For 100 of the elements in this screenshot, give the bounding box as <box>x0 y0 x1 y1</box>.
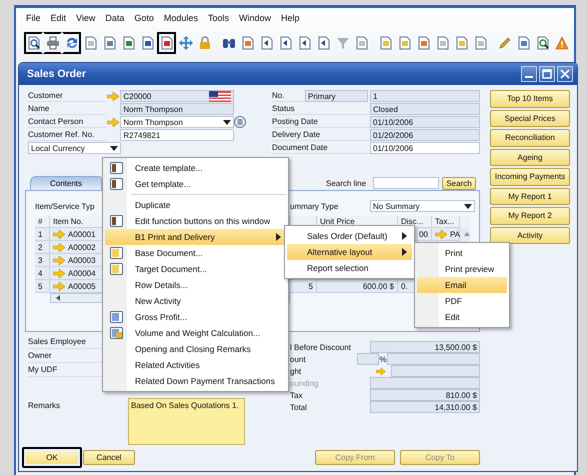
maximize-icon <box>542 69 552 79</box>
menu-item[interactable]: Print <box>417 245 507 261</box>
text-field[interactable]: 01/10/2006 <box>370 142 480 154</box>
menu-item[interactable]: Tools <box>208 13 229 23</box>
menu-item[interactable]: Row Details... <box>105 277 286 293</box>
table-cell: A00004 <box>68 268 96 278</box>
amount-field[interactable]: 810.00 $ <box>370 389 480 401</box>
dropdown-arrow-icon[interactable] <box>464 204 472 208</box>
text-field[interactable]: 01/10/2006 <box>370 116 480 128</box>
dropdown-arrow-icon[interactable] <box>222 120 231 124</box>
text-field[interactable]: Norm Thompson <box>120 103 234 115</box>
action-button[interactable]: OK <box>22 447 82 468</box>
minimize-button[interactable] <box>521 66 537 82</box>
menu-item[interactable]: Report selection <box>287 260 412 276</box>
menu-item[interactable]: Base Document... <box>105 245 286 261</box>
menu-item[interactable]: File <box>26 13 41 23</box>
table-cell: 3 <box>38 256 42 264</box>
field-label: ounding <box>290 378 320 388</box>
side-button[interactable]: Special Prices <box>490 110 570 127</box>
field-label: l Before Discount <box>290 342 352 352</box>
series-field[interactable]: Primary <box>305 90 368 102</box>
menu-item[interactable]: Edit function buttons on this window <box>105 213 286 229</box>
menu-item[interactable]: Print preview <box>417 261 507 277</box>
text-field[interactable]: C20000 <box>120 90 234 102</box>
column-header: # <box>38 217 42 226</box>
menu-item[interactable]: Sales Order (Default) <box>287 228 412 244</box>
text-field[interactable]: Closed <box>370 103 480 115</box>
menu-item[interactable]: Get template... <box>105 176 286 192</box>
amount-field[interactable] <box>390 365 480 377</box>
currency-dropdown[interactable]: Local Currency <box>28 142 121 154</box>
action-button[interactable]: Cancel <box>83 450 135 465</box>
table-cell: A00001 <box>68 230 96 238</box>
window-title: Sales Order <box>27 68 86 80</box>
document-magnifier-icon[interactable] <box>24 32 43 54</box>
summary-dropdown[interactable]: No Summary <box>370 200 475 212</box>
menu-item[interactable]: Window <box>238 13 271 23</box>
menu-item[interactable]: Data <box>105 13 124 23</box>
menu-item[interactable]: Edit <box>50 13 66 23</box>
sync-arrows-icon[interactable] <box>62 32 81 54</box>
field-label: Tax <box>290 390 304 400</box>
text-field[interactable]: R2749821 <box>120 129 234 141</box>
field-label: Total <box>290 402 308 412</box>
text-field[interactable]: 01/20/2006 <box>370 129 480 141</box>
maximize-button[interactable] <box>539 66 555 82</box>
table-cell: 5 <box>38 282 42 290</box>
menu-item[interactable]: Edit <box>417 309 507 325</box>
side-button[interactable]: Incoming Payments <box>490 168 570 186</box>
list-icon[interactable] <box>234 116 246 128</box>
menu-item[interactable]: B1 Print and Delivery <box>105 229 286 245</box>
side-button[interactable]: My Report 1 <box>490 188 570 205</box>
menu-item[interactable]: Create template... <box>105 160 286 176</box>
tab[interactable]: Contents <box>30 176 102 190</box>
search-button[interactable]: Search <box>442 176 476 190</box>
flag-icon <box>208 90 231 102</box>
menu-item[interactable]: Alternative layout <box>287 244 412 260</box>
amount-field[interactable] <box>370 377 480 389</box>
field-label: ummary Type <box>290 202 340 210</box>
search-label: Search line <box>326 178 368 188</box>
search-field[interactable] <box>373 177 439 189</box>
field-label: Contact Person <box>28 116 106 128</box>
side-button[interactable]: Ageing <box>490 148 570 166</box>
side-button[interactable]: My Report 2 <box>490 207 570 224</box>
percent-field[interactable] <box>357 353 380 365</box>
menu-item[interactable]: Target Document... <box>105 261 286 277</box>
menu-item[interactable]: PDF <box>417 293 507 309</box>
close-icon <box>560 69 570 79</box>
column-header: Item No. <box>53 217 84 226</box>
menu-item[interactable]: New Activity <box>105 293 286 309</box>
side-button[interactable]: Activity <box>490 226 570 244</box>
text-field[interactable]: 1 <box>370 90 480 102</box>
field-label: Item/Service Typ <box>35 202 94 210</box>
side-button[interactable]: Top 10 Items <box>490 90 570 108</box>
dropdown-arrow-icon[interactable] <box>110 146 118 150</box>
menu-item[interactable]: Modules <box>164 13 198 23</box>
table-cell: A00002 <box>68 242 96 252</box>
field-label: Remarks <box>28 400 62 412</box>
menu-item[interactable]: Help <box>280 13 300 23</box>
pdf-document-icon[interactable] <box>157 32 176 54</box>
template-icon <box>110 178 122 190</box>
field-label: ght <box>290 366 302 376</box>
menu-item[interactable]: Goto <box>134 13 154 23</box>
column-header: Disc... <box>401 217 424 226</box>
text-field[interactable]: Norm Thompson <box>120 116 234 128</box>
amount-field[interactable] <box>386 353 480 365</box>
table-cell: 0. <box>401 282 408 290</box>
menu-item[interactable]: Email <box>417 277 507 293</box>
amount-field[interactable]: 13,500.00 $ <box>370 341 480 353</box>
table-cell: 5 <box>308 282 313 290</box>
close-button[interactable] <box>557 66 573 82</box>
remarks-field[interactable]: Based On Sales Quotations 1. <box>128 398 245 445</box>
printer-icon[interactable] <box>43 32 62 54</box>
minimize-icon <box>525 76 533 78</box>
document-icon <box>110 247 122 259</box>
amount-field[interactable]: 14,310.00 $ <box>370 401 480 413</box>
menu-item[interactable]: Duplicate <box>105 197 286 213</box>
menu-item[interactable]: View <box>76 13 96 23</box>
menu-item[interactable]: Gross Profit... <box>105 309 286 325</box>
table-cell: 600.00 $ <box>362 282 394 290</box>
chart-document-icon <box>110 311 122 323</box>
side-button[interactable]: Reconciliation <box>490 129 570 146</box>
